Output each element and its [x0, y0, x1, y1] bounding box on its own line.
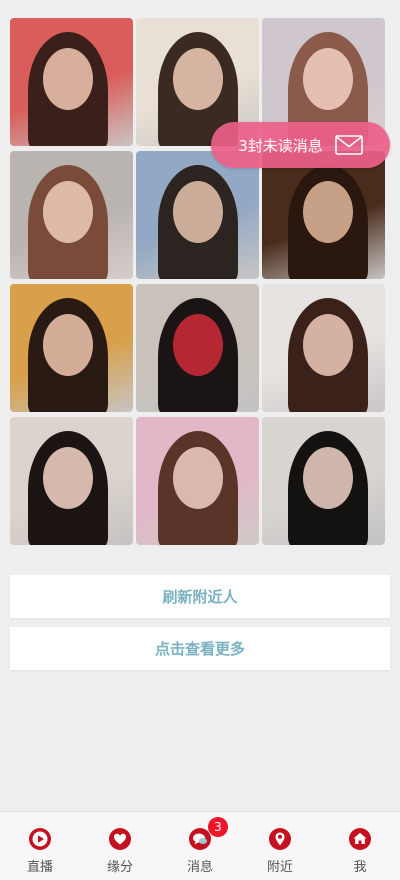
portrait-face: [43, 48, 93, 110]
user-photo[interactable]: [10, 284, 133, 412]
portrait-face: [173, 314, 223, 376]
tab-messages[interactable]: 3 消息: [160, 812, 240, 880]
messages-badge: 3: [208, 817, 228, 837]
unread-messages-text: 3封未读消息: [238, 136, 323, 155]
tab-messages-label: 消息: [186, 860, 213, 875]
tab-me[interactable]: 我: [320, 812, 400, 880]
tab-live[interactable]: 直播: [0, 812, 80, 880]
user-photo[interactable]: [262, 284, 385, 412]
user-photo[interactable]: [136, 284, 259, 412]
portrait-face: [173, 447, 223, 509]
refresh-nearby-button[interactable]: 刷新附近人: [10, 575, 390, 618]
heart-icon: [109, 828, 131, 850]
user-photo[interactable]: [10, 151, 133, 279]
user-photo[interactable]: [262, 417, 385, 545]
tab-me-label: 我: [353, 860, 367, 875]
home-icon: [349, 828, 371, 850]
mail-icon: [334, 135, 363, 155]
tab-fate-label: 缘分: [106, 860, 133, 875]
user-photo[interactable]: [136, 417, 259, 545]
tab-nearby[interactable]: 附近: [240, 812, 320, 880]
portrait-face: [303, 181, 353, 243]
unread-messages-pill[interactable]: 3封未读消息: [211, 122, 390, 168]
user-photo[interactable]: [10, 18, 133, 146]
portrait-face: [43, 181, 93, 243]
tab-fate[interactable]: 缘分: [80, 812, 160, 880]
portrait-face: [173, 181, 223, 243]
play-icon: [29, 828, 51, 850]
portrait-face: [173, 48, 223, 110]
portrait-face: [43, 314, 93, 376]
tab-live-label: 直播: [26, 860, 53, 875]
location-icon: [269, 828, 291, 850]
nearby-photo-grid: [10, 18, 385, 545]
portrait-face: [43, 447, 93, 509]
portrait-face: [303, 447, 353, 509]
user-photo[interactable]: [136, 151, 259, 279]
user-photo[interactable]: [262, 151, 385, 279]
portrait-face: [303, 314, 353, 376]
user-photo[interactable]: [10, 417, 133, 545]
view-more-button[interactable]: 点击查看更多: [10, 627, 390, 670]
bottom-tab-bar: 直播 缘分 3 消息 附近 我: [0, 811, 400, 880]
portrait-face: [303, 48, 353, 110]
tab-nearby-label: 附近: [266, 860, 293, 875]
